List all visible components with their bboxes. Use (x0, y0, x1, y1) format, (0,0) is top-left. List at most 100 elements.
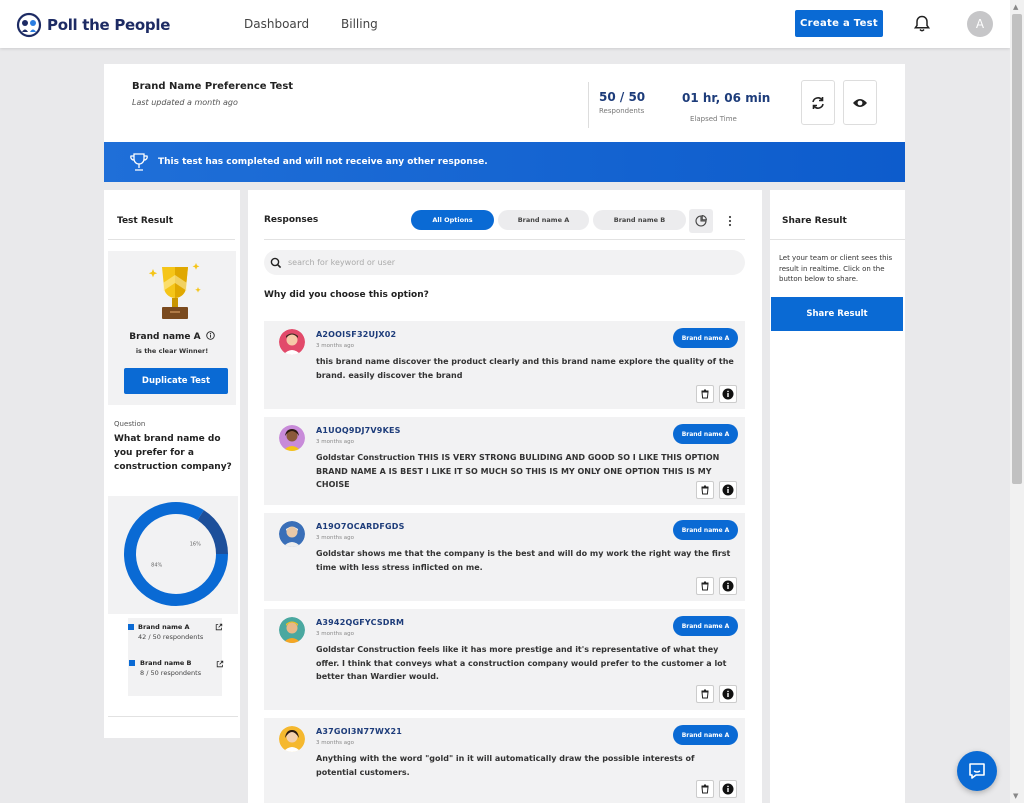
trash-icon (701, 485, 709, 495)
chart-view-button[interactable] (689, 209, 713, 233)
trash-icon (701, 581, 709, 591)
response-text: this brand name discover the product cle… (316, 357, 734, 380)
response-card: A2OOISF32UJX02 3 months ago Brand name A… (264, 321, 745, 409)
user-avatar (279, 329, 305, 355)
test-result-title: Test Result (117, 216, 174, 226)
page-scrollbar[interactable]: ▲ ▼ (1010, 0, 1024, 803)
response-card: A1UOQ9DJ7V9KES 3 months ago Brand name A… (264, 417, 745, 505)
more-options-button[interactable] (718, 209, 742, 233)
response-option-badge: Brand name A (673, 328, 738, 348)
trophy-outline-icon (130, 153, 148, 171)
more-vertical-icon (728, 215, 732, 227)
winner-box: Brand name A is the clear Winner! Duplic… (108, 251, 236, 405)
response-user-id: A37GOI3N77WX21 (316, 727, 402, 736)
response-time: 3 months ago (316, 631, 354, 637)
test-result-panel: Test Result Brand name A is the clear Wi… (104, 190, 240, 738)
response-text: Goldstar Construction feels like it has … (316, 645, 727, 681)
legend-count-a: 42 / 50 respondents (138, 633, 204, 641)
winner-name: Brand name A (108, 331, 236, 342)
response-time: 3 months ago (316, 535, 354, 541)
winner-subtitle: is the clear Winner! (135, 347, 209, 355)
share-description: Let your team or client sees this result… (779, 254, 893, 283)
winner-name-text: Brand name A (129, 332, 201, 342)
info-icon (722, 388, 734, 400)
responses-title: Responses (264, 215, 319, 225)
logo-text: Poll the People (47, 16, 171, 34)
search-icon (270, 257, 282, 268)
responses-question: Why did you choose this option? (264, 290, 429, 300)
bell-icon[interactable] (912, 14, 932, 34)
nav-billing[interactable]: Billing (341, 17, 378, 31)
preview-button[interactable] (843, 80, 877, 125)
share-result-button[interactable]: Share Result (771, 297, 903, 331)
refresh-icon (812, 96, 824, 109)
question-text: What brand name do you prefer for a cons… (114, 434, 232, 472)
info-icon[interactable] (206, 331, 215, 340)
info-button[interactable] (719, 685, 737, 703)
response-text: Goldstar shows me that the company is th… (316, 549, 731, 572)
response-option-badge: Brand name A (673, 725, 738, 745)
legend-swatch-a (128, 624, 134, 630)
divider (264, 239, 745, 240)
chat-icon (969, 763, 985, 779)
scroll-down-icon[interactable]: ▼ (1013, 792, 1018, 800)
filter-brand-b[interactable]: Brand name B (593, 210, 686, 230)
external-link-icon[interactable] (216, 660, 224, 668)
info-button[interactable] (719, 780, 737, 798)
share-result-title: Share Result (782, 216, 847, 226)
donut-label-0: 84% (151, 563, 162, 569)
info-button[interactable] (719, 577, 737, 595)
chat-launcher[interactable] (957, 751, 997, 791)
test-updated: Last updated a month ago (132, 98, 238, 107)
elapsed-label: Elapsed Time (690, 115, 737, 123)
trash-icon (701, 689, 709, 699)
response-user-id: A2OOISF32UJX02 (316, 330, 397, 339)
refresh-button[interactable] (801, 80, 835, 125)
user-avatar[interactable]: A (967, 11, 993, 37)
response-text: Goldstar Construction THIS IS VERY STRON… (316, 453, 720, 489)
delete-button[interactable] (696, 385, 714, 403)
scroll-up-icon[interactable]: ▲ (1013, 3, 1018, 11)
info-icon (722, 688, 734, 700)
duplicate-test-button[interactable]: Duplicate Test (124, 368, 228, 394)
response-option-badge: Brand name A (673, 520, 738, 540)
response-text: Anything with the word "gold" in it will… (316, 754, 695, 777)
response-time: 3 months ago (316, 439, 354, 445)
share-result-panel: Share Result Let your team or client see… (770, 190, 905, 803)
external-link-icon[interactable] (215, 623, 223, 631)
donut-chart: 84% 16% (108, 496, 238, 614)
response-card: A37GOI3N77WX21 3 months ago Brand name A… (264, 718, 745, 803)
response-user-id: A3942QGFYCSDRM (316, 618, 405, 627)
scroll-thumb[interactable] (1012, 14, 1022, 484)
logo[interactable]: Poll the People (16, 12, 170, 38)
test-title: Brand Name Preference Test (132, 81, 294, 92)
create-test-button[interactable]: Create a Test (795, 10, 883, 37)
info-button[interactable] (719, 481, 737, 499)
info-button[interactable] (719, 385, 737, 403)
question-label: Question (114, 420, 146, 428)
banner-text: This test has completed and will not rec… (158, 157, 488, 167)
delete-button[interactable] (696, 577, 714, 595)
legend-swatch-b (129, 660, 135, 666)
filter-brand-a[interactable]: Brand name A (498, 210, 589, 230)
delete-button[interactable] (696, 481, 714, 499)
divider (588, 82, 589, 128)
user-avatar (279, 425, 305, 451)
delete-button[interactable] (696, 780, 714, 798)
trash-icon (701, 784, 709, 794)
delete-button[interactable] (696, 685, 714, 703)
legend-name-a: Brand name A (138, 623, 190, 631)
search-bar[interactable] (264, 250, 745, 275)
search-input[interactable] (288, 258, 728, 267)
top-navbar: Poll the People Dashboard Billing Create… (0, 0, 1010, 48)
info-icon (722, 783, 734, 795)
donut-slice-1 (197, 510, 228, 555)
filter-all-options[interactable]: All Options (411, 210, 494, 230)
response-time: 3 months ago (316, 740, 354, 746)
user-avatar (279, 521, 305, 547)
response-card: A19O7OCARDFGDS 3 months ago Brand name A… (264, 513, 745, 601)
nav-dashboard[interactable]: Dashboard (244, 17, 309, 31)
user-avatar (279, 617, 305, 643)
responses-panel: Responses All Options Brand name A Brand… (248, 190, 762, 803)
legend-name-b: Brand name B (140, 659, 192, 667)
